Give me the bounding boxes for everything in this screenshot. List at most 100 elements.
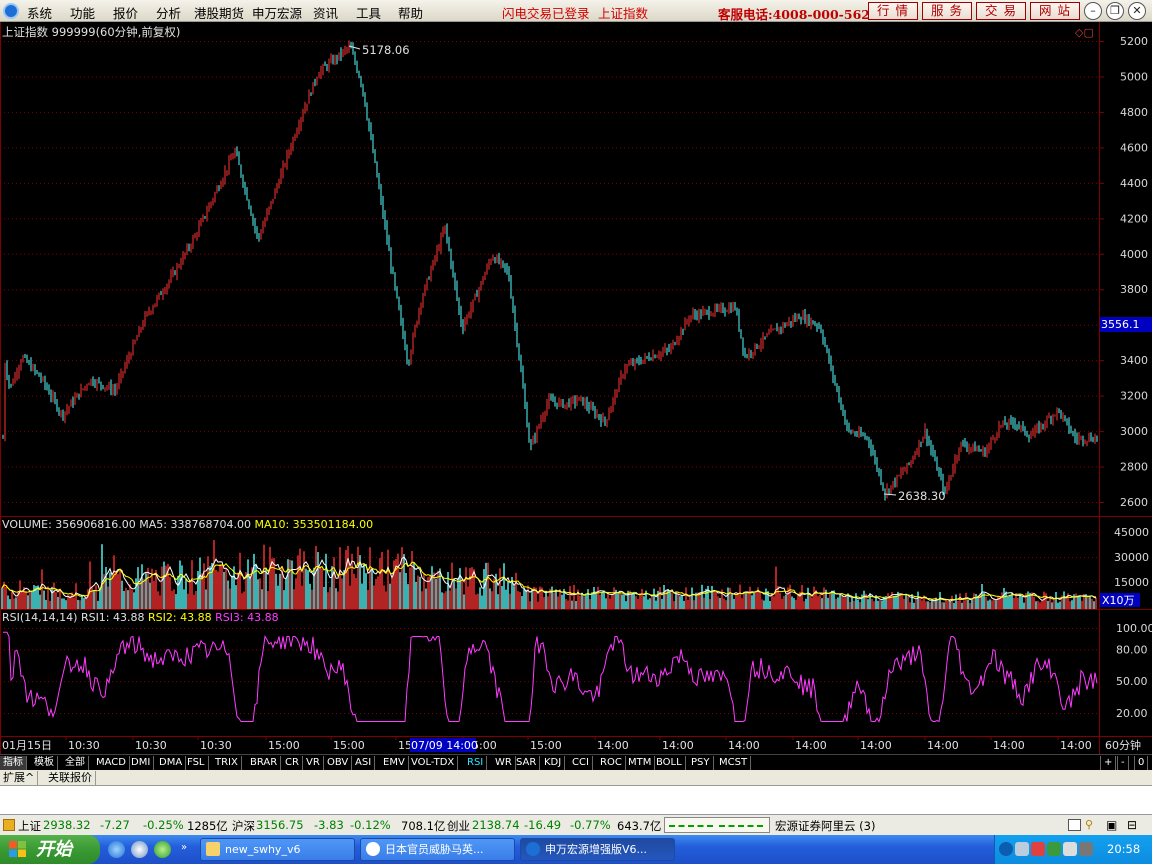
window-icon[interactable]: ▣ [1106,818,1117,832]
hs-pct: -0.12% [350,818,391,832]
volume-bars [1,539,1097,609]
indicator-tab-模板[interactable]: 模板 [31,756,58,770]
menu-help[interactable]: 帮助 [398,3,423,22]
close-icon[interactable]: ✕ [1128,2,1146,20]
cy-amount: 643.7亿 [617,819,662,833]
folder-icon [206,842,220,856]
price-tick-label: 4400 [1120,177,1148,190]
flash-trade-status: 闪电交易已登录 [502,6,590,21]
price-tick-label: 3200 [1120,390,1148,403]
tray-network-icon[interactable] [1015,842,1029,856]
indicator-tab-dmi[interactable]: DMI [128,756,155,770]
windows-logo-icon [9,841,26,857]
time-tick-label: 01月15日 [2,739,52,752]
menu-analysis[interactable]: 分析 [156,3,181,22]
indicator-tab-brar[interactable]: BRAR [247,756,282,770]
indicator-tab-emv[interactable]: EMV [380,756,409,770]
browser-icon[interactable] [154,841,171,858]
menu-news[interactable]: 资讯 [313,3,338,22]
service-button[interactable]: 服务 [922,2,972,20]
layout-icon[interactable] [1068,819,1081,831]
indicator-tab-boll[interactable]: BOLL [653,756,686,770]
indicator-tab-obv[interactable]: OBV [324,756,353,770]
price-tick-label: 5000 [1120,70,1148,83]
service-hotline: 客服电话:4008-000-562 [718,7,870,22]
price-tick-label: 5200 [1120,35,1148,48]
indicator-tab-trix[interactable]: TRIX [212,756,242,770]
volume-tick-label: 15000 [1114,576,1149,589]
website-button[interactable]: 网站 [1030,2,1080,20]
app-logo-icon[interactable] [3,3,19,19]
indicator-tab-mcst[interactable]: MCST [716,756,752,770]
broker-server[interactable]: 宏源证券阿里云 (3) [775,818,875,834]
time-tick-label: 15:00 [268,739,300,752]
trade-button[interactable]: 交易 [976,2,1026,20]
indicator-tab-roc[interactable]: ROC [597,756,626,770]
indicator-tab-cr[interactable]: CR [282,756,303,770]
indicator-tab-指标[interactable]: 指标 [0,756,27,770]
price-tick-label: 3800 [1120,283,1148,296]
menu-quote[interactable]: 报价 [113,3,138,22]
desktop-icon[interactable] [131,841,148,858]
chart-mode-icon[interactable]: ◇▢ [1075,26,1094,39]
sh-name[interactable]: 上证 [18,818,41,834]
indicator-tab-fsl[interactable]: FSL [184,756,209,770]
chart-title: 上证指数 999999(60分钟,前复权) [2,25,180,39]
cy-name[interactable]: 创业 [447,818,470,834]
tab-reset-button[interactable]: 0 [1134,756,1149,770]
tray-volume-icon[interactable] [1063,842,1077,856]
indicator-tab-cci[interactable]: CCI [569,756,593,770]
task-swhy[interactable]: 申万宏源增强版V6... [520,838,675,861]
market-breadth-icon [664,817,770,833]
indicator-tab-kdj[interactable]: KDJ [541,756,566,770]
menu-function[interactable]: 功能 [70,3,95,22]
quicklaunch-more-icon[interactable]: » [181,842,187,853]
menu-hk-futures[interactable]: 港股期货 [194,3,244,22]
indicator-tab-sar[interactable]: SAR [513,756,541,770]
low-label: 2638.30 [898,489,946,503]
chart-area[interactable]: 5200500048004600440042004000380036003400… [0,22,1152,754]
market-button[interactable]: 行情 [868,2,918,20]
tray-back-icon[interactable] [999,842,1013,856]
system-tray: 20:58 [994,835,1152,864]
tray-app-icon[interactable] [1079,842,1093,856]
indicator-tab-全部[interactable]: 全部 [62,756,89,770]
indicator-tab-vr[interactable]: VR [303,756,324,770]
indicator-tab-mtm[interactable]: MTM [625,756,656,770]
ie-icon[interactable] [108,841,125,858]
time-tick-label: 14:00 [662,739,694,752]
tray-security-icon[interactable] [1031,842,1045,856]
index-quote-bar: 上证 2938.32 -7.27 -0.25% 1285亿 沪深 3156.75… [0,814,1152,835]
indicator-tab-psy[interactable]: PSY [688,756,714,770]
price-tick-label: 4600 [1120,141,1148,154]
menu-system[interactable]: 系统 [27,3,52,22]
period-label[interactable]: 60分钟 [1105,738,1141,752]
cy-pct: -0.77% [570,818,611,832]
indicator-tab-asi[interactable]: ASI [352,756,376,770]
menu-tools[interactable]: 工具 [356,3,381,22]
quote-icon[interactable] [3,819,15,831]
price-tick-label: 3000 [1120,425,1148,438]
minimize-icon[interactable]: – [1084,2,1102,20]
ie-page-icon [366,842,380,856]
lock-icon[interactable]: ⊟ [1127,818,1137,832]
indicator-tab-macd[interactable]: MACD [93,756,130,770]
signal-icon[interactable]: ⚲ [1085,818,1093,831]
menu-swhy[interactable]: 申万宏源 [252,3,302,22]
task-news[interactable]: 日本官员威胁马英... [360,838,515,861]
indicator-tab-rsi[interactable]: RSI [464,756,488,770]
hs-name[interactable]: 沪深 [232,818,255,834]
start-label: 开始 [36,839,72,860]
tray-shield-icon[interactable] [1047,842,1061,856]
task-folder[interactable]: new_swhy_v6 [200,838,355,861]
expand-tab[interactable]: 扩展^ [0,771,39,785]
tab-add-button[interactable]: + [1100,756,1117,770]
related-quote-tab[interactable]: 关联报价 [45,771,96,785]
indicator-tab-dma[interactable]: DMA [156,756,187,770]
tab-remove-button[interactable]: - [1117,756,1129,770]
kline-chart[interactable]: 5200500048004600440042004000380036003400… [0,22,1152,754]
restore-icon[interactable]: ❐ [1106,2,1124,20]
start-button[interactable]: 开始 [0,835,100,864]
sh-value: 2938.32 [43,818,91,832]
indicator-tab-vol-tdx[interactable]: VOL-TDX [408,756,459,770]
